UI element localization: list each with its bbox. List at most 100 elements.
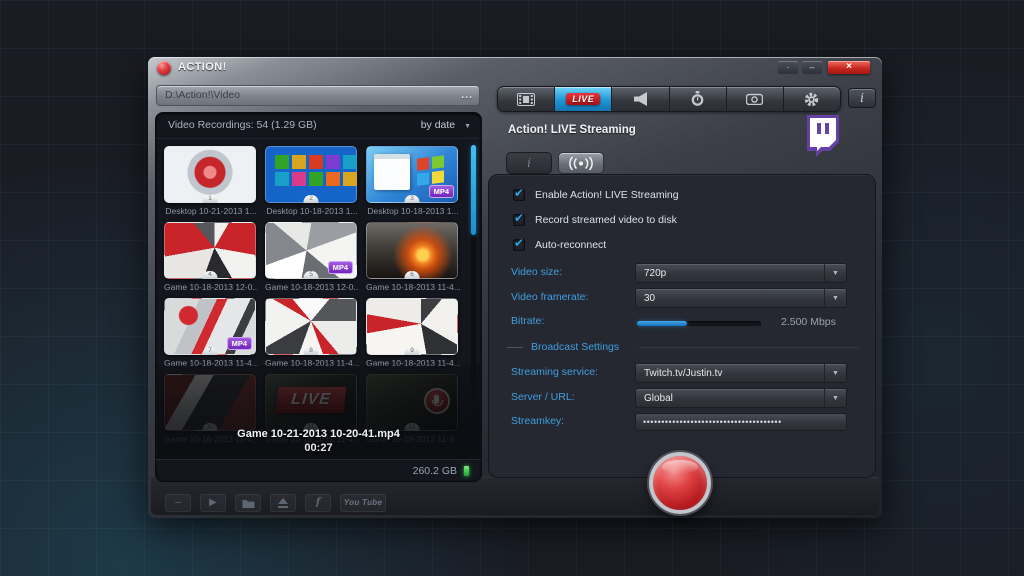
thumbnail-number: 9	[405, 347, 420, 355]
video-thumbnail[interactable]: MP4 7 Game 10-18-2013 11-4...	[164, 298, 260, 374]
video-size-dropdown[interactable]: 720p ▼	[635, 263, 847, 283]
live-tab-label: LIVE	[566, 93, 600, 105]
format-badge: MP4	[328, 261, 353, 274]
thumbnail-label: Desktop 10-21-2013 1...	[164, 206, 258, 216]
tab-live-streaming[interactable]: LIVE	[555, 87, 612, 111]
scrollbar-track[interactable]	[471, 143, 476, 459]
sort-dropdown[interactable]: by date ▼	[421, 119, 471, 131]
streamkey-label: Streamkey:	[511, 415, 564, 427]
chevron-down-icon: ▼	[824, 364, 846, 382]
streamkey-field[interactable]: ••••••••••••••••••••••••••••••••••••••	[635, 413, 847, 431]
thumbnail-image: 12	[366, 374, 458, 431]
gear-icon	[804, 92, 819, 107]
sort-label: by date	[421, 119, 455, 131]
folder-icon	[242, 498, 255, 509]
checkbox[interactable]	[513, 239, 525, 251]
recordings-count: Video Recordings: 54 (1.29 GB)	[168, 119, 317, 131]
chevron-down-icon: ▼	[464, 123, 471, 130]
server-url-value: Global	[644, 393, 673, 404]
thumbnail-number: 1	[203, 195, 218, 203]
video-thumbnail[interactable]: LIVE 11 Game 10-18-2013 11-4...	[265, 374, 361, 450]
thumbnail-image: LIVE 11	[265, 374, 357, 431]
video-thumbnail[interactable]: 6 Game 10-18-2013 11-4...	[366, 222, 462, 298]
delete-button[interactable]: –	[165, 494, 191, 512]
output-path-field[interactable]: D:\Action!\Video ...	[156, 85, 480, 106]
live-settings-panel: Enable Action! LIVE Streaming Record str…	[488, 174, 876, 478]
subtab-info[interactable]: i	[506, 152, 552, 174]
filmstrip-icon	[517, 93, 535, 106]
stopwatch-icon	[690, 91, 705, 107]
tab-screenshots[interactable]	[727, 87, 784, 111]
video-framerate-value: 30	[644, 293, 655, 304]
info-button[interactable]: i	[848, 88, 876, 108]
streaming-service-label: Streaming service:	[511, 366, 598, 378]
action-logo-icon	[157, 61, 171, 75]
minimize-button[interactable]: –	[802, 61, 822, 74]
storage-led-icon	[464, 466, 469, 476]
thumbnail-number: 5	[304, 271, 319, 279]
window-title: ACTION!	[178, 61, 227, 73]
close-button[interactable]: ×	[828, 61, 870, 74]
open-folder-button[interactable]	[235, 494, 261, 512]
thumbnail-number: 11	[304, 423, 319, 431]
video-thumbnail[interactable]: 2 Desktop 10-18-2013 1...	[265, 146, 361, 222]
thumbnail-label: Game 10-18-2013 12-0...	[164, 282, 258, 292]
tab-recordings[interactable]	[498, 87, 555, 111]
checkbox-enable-live[interactable]: Enable Action! LIVE Streaming	[513, 189, 679, 201]
action-app-window: ACTION! · – × D:\Action!\Video ... Video…	[148, 57, 882, 518]
video-thumbnail[interactable]: 8 Game 10-18-2013 11-4...	[265, 298, 361, 374]
tab-settings[interactable]	[784, 87, 840, 111]
thumbnail-number: 3	[405, 195, 420, 203]
video-thumbnail[interactable]: 12 Game 10-18-2013 11-3...	[366, 374, 462, 450]
chevron-down-icon: ▼	[824, 289, 846, 307]
minimize-tray-button[interactable]: ·	[778, 61, 798, 74]
thumbnail-image: 9	[366, 298, 458, 355]
export-button[interactable]	[270, 494, 296, 512]
tab-benchmark[interactable]	[670, 87, 727, 111]
video-thumbnail[interactable]: 9 Game 10-18-2013 11-4...	[366, 298, 462, 374]
streaming-service-dropdown[interactable]: Twitch.tv/Justin.tv ▼	[635, 363, 847, 383]
video-thumbnail[interactable]: MP4 3 Desktop 10-18-2013 1...	[366, 146, 462, 222]
thumbnail-label: Game 10-18-2013 11-4...	[164, 358, 258, 368]
thumbnail-number: 12	[405, 423, 420, 431]
thumbnail-image: 4	[164, 222, 256, 279]
checkbox[interactable]	[513, 189, 525, 201]
camera-icon	[746, 93, 763, 105]
thumbnail-image: 1	[164, 146, 256, 203]
record-button[interactable]	[649, 452, 711, 514]
youtube-upload-button[interactable]: You Tube	[340, 494, 386, 512]
video-thumbnail[interactable]: 4 Game 10-18-2013 12-0...	[164, 222, 260, 298]
thumbnail-label: Desktop 10-18-2013 1...	[366, 206, 460, 216]
free-space-value: 260.2 GB	[413, 465, 457, 477]
checkbox-record-to-disk[interactable]: Record streamed video to disk	[513, 214, 677, 226]
video-framerate-dropdown[interactable]: 30 ▼	[635, 288, 847, 308]
server-url-label: Server / URL:	[511, 391, 575, 403]
facebook-upload-button[interactable]: f	[305, 494, 331, 512]
eject-up-icon	[277, 498, 289, 509]
play-button[interactable]: ▶	[200, 494, 226, 512]
video-thumbnail[interactable]: MP4 5 Game 10-18-2013 12-0...	[265, 222, 361, 298]
video-size-label: Video size:	[511, 266, 562, 278]
subtab-broadcast[interactable]	[558, 152, 604, 174]
thumbnail-label: Game 10-18-2013 11-4...	[366, 358, 460, 368]
bitrate-value: 2.500 Mbps	[781, 316, 836, 328]
speaker-icon	[633, 92, 648, 106]
checkbox-auto-reconnect[interactable]: Auto-reconnect	[513, 239, 606, 251]
live-subtabs: i	[506, 152, 604, 174]
scrollbar-thumb[interactable]	[471, 145, 476, 235]
checkbox[interactable]	[513, 214, 525, 226]
video-thumbnail[interactable]: 10 Game 10-18-2013 11-4...	[164, 374, 260, 450]
browse-button[interactable]: ...	[461, 86, 473, 105]
video-thumbnail[interactable]: 1 Desktop 10-21-2013 1...	[164, 146, 260, 222]
tab-audio[interactable]	[612, 87, 669, 111]
thumbnail-number: 7	[203, 347, 218, 355]
twitch-logo	[800, 114, 840, 158]
thumbnail-label: Game 10-18-2013 11-4...	[164, 434, 258, 444]
server-url-dropdown[interactable]: Global ▼	[635, 388, 847, 408]
bitrate-slider[interactable]	[637, 321, 761, 326]
thumbnail-label: Game 10-18-2013 11-4...	[265, 358, 359, 368]
thumbnail-image: 2	[265, 146, 357, 203]
thumbnail-image: 6	[366, 222, 458, 279]
title-bar[interactable]: ACTION! · – ×	[148, 57, 882, 79]
format-badge: MP4	[227, 337, 252, 350]
